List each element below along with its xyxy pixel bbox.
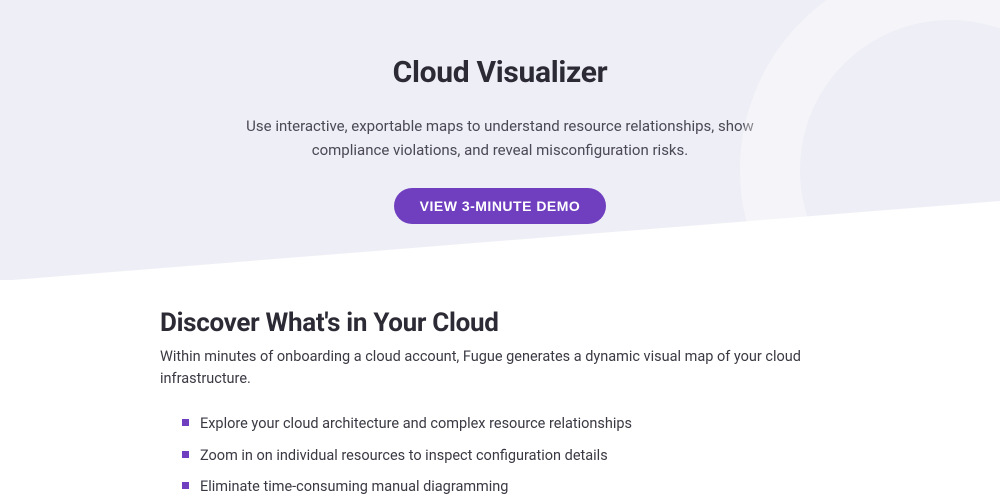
view-demo-button[interactable]: VIEW 3-MINUTE DEMO [394,188,607,224]
list-item: Eliminate time-consuming manual diagramm… [182,476,1000,498]
feature-list: Explore your cloud architecture and comp… [160,413,1000,498]
feature-text: Zoom in on individual resources to inspe… [200,447,608,464]
discover-section: Discover What's in Your Cloud Within min… [0,280,1000,498]
list-item: Explore your cloud architecture and comp… [182,413,1000,435]
feature-text: Eliminate time-consuming manual diagramm… [200,478,508,495]
hero-section: Cloud Visualizer Use interactive, export… [0,0,1000,280]
section-subtitle: Within minutes of onboarding a cloud acc… [160,346,820,391]
hero-title: Cloud Visualizer [0,55,1000,90]
feature-text: Explore your cloud architecture and comp… [200,415,632,432]
list-item: Zoom in on individual resources to inspe… [182,445,1000,467]
hero-subtitle: Use interactive, exportable maps to unde… [220,114,780,162]
section-title: Discover What's in Your Cloud [160,308,1000,338]
